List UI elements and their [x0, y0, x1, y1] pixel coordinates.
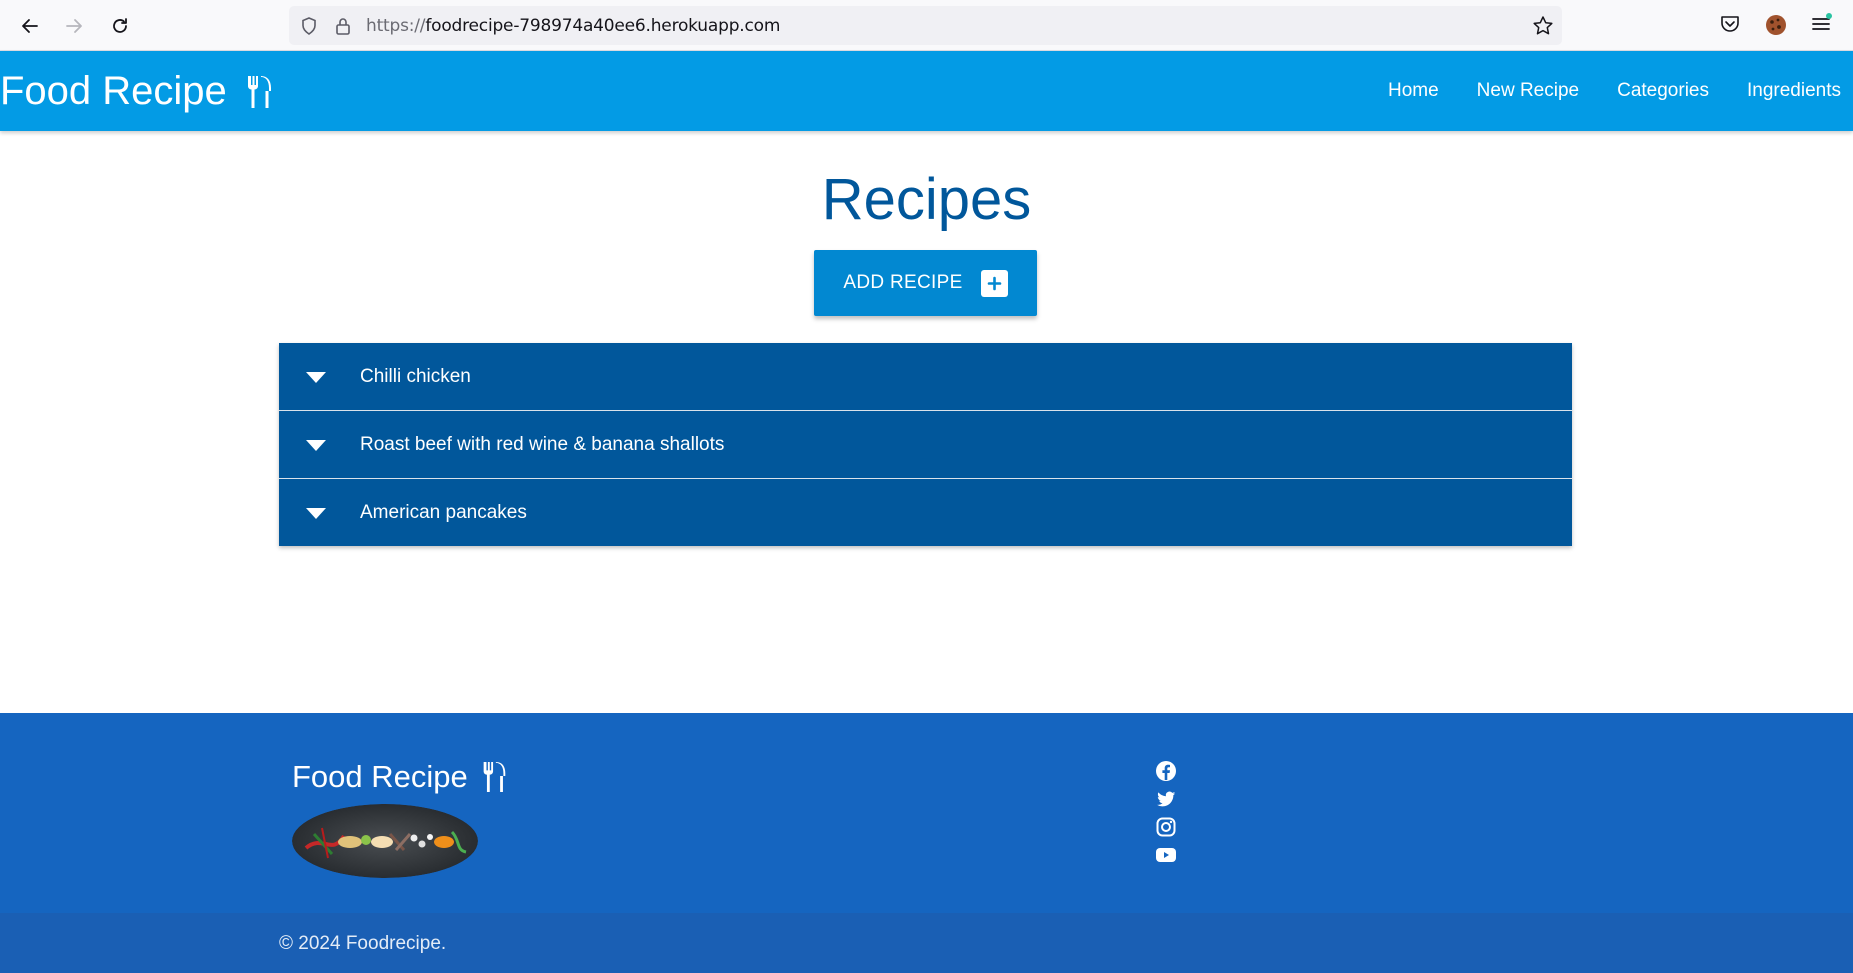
cookie-icon[interactable] [1764, 13, 1788, 37]
lock-icon[interactable] [333, 16, 353, 36]
recipe-name: Chilli chicken [360, 365, 471, 387]
footer-brand: Food Recipe [292, 759, 508, 795]
reload-icon[interactable] [104, 10, 136, 42]
recipe-item[interactable]: Roast beef with red wine & banana shallo… [279, 411, 1572, 479]
caret-down-icon [306, 439, 326, 451]
plus-square-icon [980, 269, 1008, 297]
recipe-item[interactable]: Chilli chicken [279, 343, 1572, 411]
instagram-icon[interactable] [1155, 816, 1177, 838]
url-protocol: https:// [366, 16, 426, 36]
caret-down-icon [306, 507, 326, 519]
nav-link-home[interactable]: Home [1388, 80, 1439, 102]
caret-down-icon [306, 371, 326, 383]
nav-link-new-recipe[interactable]: New Recipe [1477, 80, 1579, 102]
brand-text: Food Recipe [0, 69, 227, 113]
add-recipe-label: ADD RECIPE [843, 272, 963, 293]
navbar-brand[interactable]: Food Recipe [0, 69, 273, 114]
twitter-icon[interactable] [1155, 788, 1177, 810]
shield-icon[interactable] [299, 16, 319, 36]
nav-link-categories[interactable]: Categories [1617, 80, 1709, 102]
pocket-icon[interactable] [1719, 13, 1743, 37]
forward-icon[interactable] [58, 10, 90, 42]
facebook-icon[interactable] [1155, 760, 1177, 782]
menu-icon[interactable] [1810, 13, 1834, 37]
social-links [1155, 760, 1179, 872]
url-bar[interactable]: https://foodrecipe-798974a40ee6.herokuap… [289, 6, 1562, 45]
url-text: https://foodrecipe-798974a40ee6.herokuap… [366, 16, 780, 36]
url-host: foodrecipe-798974a40ee6.herokuapp.com [425, 16, 781, 36]
footer-spices-image [292, 804, 478, 878]
nav-link-ingredients[interactable]: Ingredients [1747, 80, 1841, 102]
site-navbar: Food Recipe Home New Recipe Categories I… [0, 51, 1853, 131]
nav-links: Home New Recipe Categories Ingredients [1350, 51, 1841, 131]
add-recipe-button[interactable]: ADD RECIPE [814, 250, 1037, 316]
utensils-icon [483, 761, 506, 793]
utensils-icon [247, 75, 271, 108]
bookmark-star-icon[interactable] [1532, 15, 1553, 35]
footer-brand-text: Food Recipe [292, 759, 468, 794]
browser-toolbar: https://foodrecipe-798974a40ee6.herokuap… [0, 0, 1853, 51]
recipe-accordion: Chilli chicken Roast beef with red wine … [279, 343, 1572, 546]
footer-bottom-bar: © 2024 Foodrecipe. [0, 913, 1853, 973]
recipe-name: Roast beef with red wine & banana shallo… [360, 433, 725, 455]
recipe-item[interactable]: American pancakes [279, 479, 1572, 546]
page-title: Recipes [821, 167, 1032, 232]
back-icon[interactable] [14, 10, 46, 42]
copyright-text: © 2024 Foodrecipe. [279, 933, 447, 954]
youtube-icon[interactable] [1155, 844, 1177, 866]
site-footer: Food Recipe © 2024 Foodrecipe. [0, 713, 1853, 973]
recipe-name: American pancakes [360, 501, 527, 523]
